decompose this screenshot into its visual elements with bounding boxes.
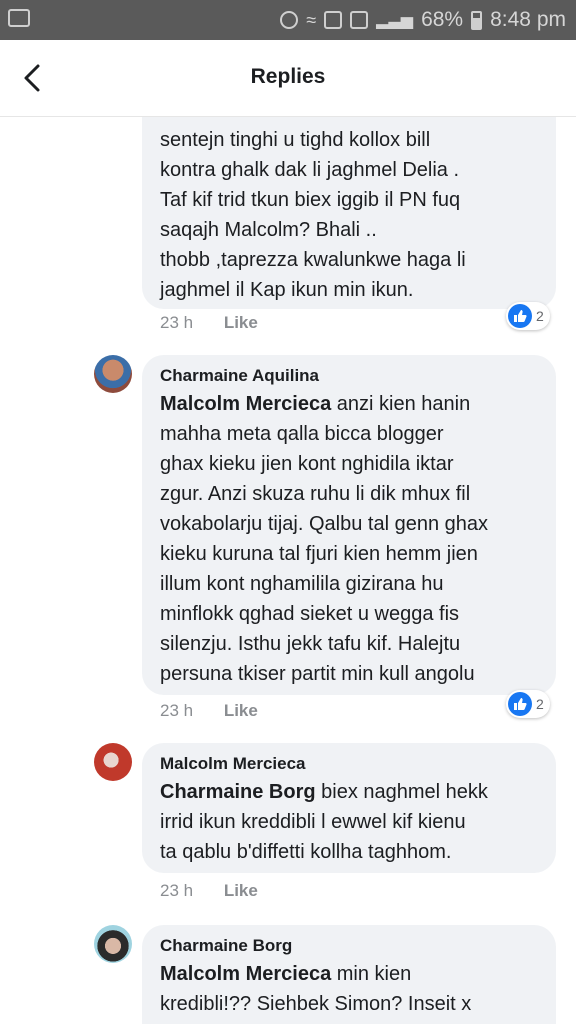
header: Replies <box>0 40 576 117</box>
battery-percent: 68% <box>421 8 464 31</box>
reply-meta: 23 h Like <box>160 701 258 721</box>
reply-text: Charmaine Borg biex naghmel hekk irrid i… <box>160 781 488 863</box>
reply-bubble[interactable]: Malcolm Mercieca Charmaine Borg biex nag… <box>142 743 556 873</box>
reply-bubble[interactable]: sentejn tinghi u tighd kollox bill kontr… <box>142 117 556 309</box>
like-reaction-icon <box>508 692 532 716</box>
reply-bubble[interactable]: Charmaine Aquilina Malcolm Mercieca anzi… <box>142 355 556 695</box>
avatar[interactable] <box>94 743 132 781</box>
reply-text: sentejn tinghi u tighd kollox bill kontr… <box>160 129 466 301</box>
reply-time: 23 h <box>160 701 194 720</box>
reply-author[interactable]: Charmaine Aquilina <box>160 365 538 387</box>
reply-author[interactable]: Charmaine Borg <box>160 935 538 957</box>
reaction-number: 2 <box>536 696 544 712</box>
reply-author[interactable]: Malcolm Mercieca <box>160 753 538 775</box>
like-reaction-icon <box>508 304 532 328</box>
like-button[interactable]: Like <box>224 881 258 900</box>
status-icons: ≈ ▂▃▅ 68% 8:48 pm <box>280 8 566 32</box>
signal-bars-icon: ▂▃▅ <box>376 12 414 29</box>
replies-feed[interactable]: sentejn tinghi u tighd kollox bill kontr… <box>0 117 576 1024</box>
signal-icon <box>350 11 369 29</box>
alarm-icon <box>280 11 299 29</box>
wifi-icon: ≈ <box>306 9 317 30</box>
avatar[interactable] <box>94 355 132 393</box>
reaction-count[interactable]: 2 <box>506 302 550 330</box>
status-bar: ≈ ▂▃▅ 68% 8:48 pm <box>0 0 576 40</box>
page-title: Replies <box>250 65 326 88</box>
gallery-notification-icon <box>8 9 30 27</box>
like-button[interactable]: Like <box>224 701 258 720</box>
clock: 8:48 pm <box>490 8 566 31</box>
like-button[interactable]: Like <box>224 313 258 332</box>
mention-link[interactable]: Charmaine Borg <box>160 781 316 803</box>
reply-text: Malcolm Mercieca min kien kredibli!?? Si… <box>160 963 472 1015</box>
reaction-count[interactable]: 2 <box>506 690 550 718</box>
battery-icon <box>471 10 483 30</box>
avatar[interactable] <box>94 925 132 963</box>
mention-link[interactable]: Malcolm Mercieca <box>160 963 331 985</box>
reaction-number: 2 <box>536 308 544 324</box>
reply-time: 23 h <box>160 313 194 332</box>
reply-text: Malcolm Mercieca anzi kien hanin mahha m… <box>160 393 488 685</box>
reply-meta: 23 h Like <box>160 881 258 901</box>
reply-meta: 23 h Like <box>160 313 258 333</box>
reply-time: 23 h <box>160 881 194 900</box>
data-icon <box>324 11 343 29</box>
mention-link[interactable]: Malcolm Mercieca <box>160 393 331 415</box>
reply-bubble[interactable]: Charmaine Borg Malcolm Mercieca min kien… <box>142 925 556 1024</box>
